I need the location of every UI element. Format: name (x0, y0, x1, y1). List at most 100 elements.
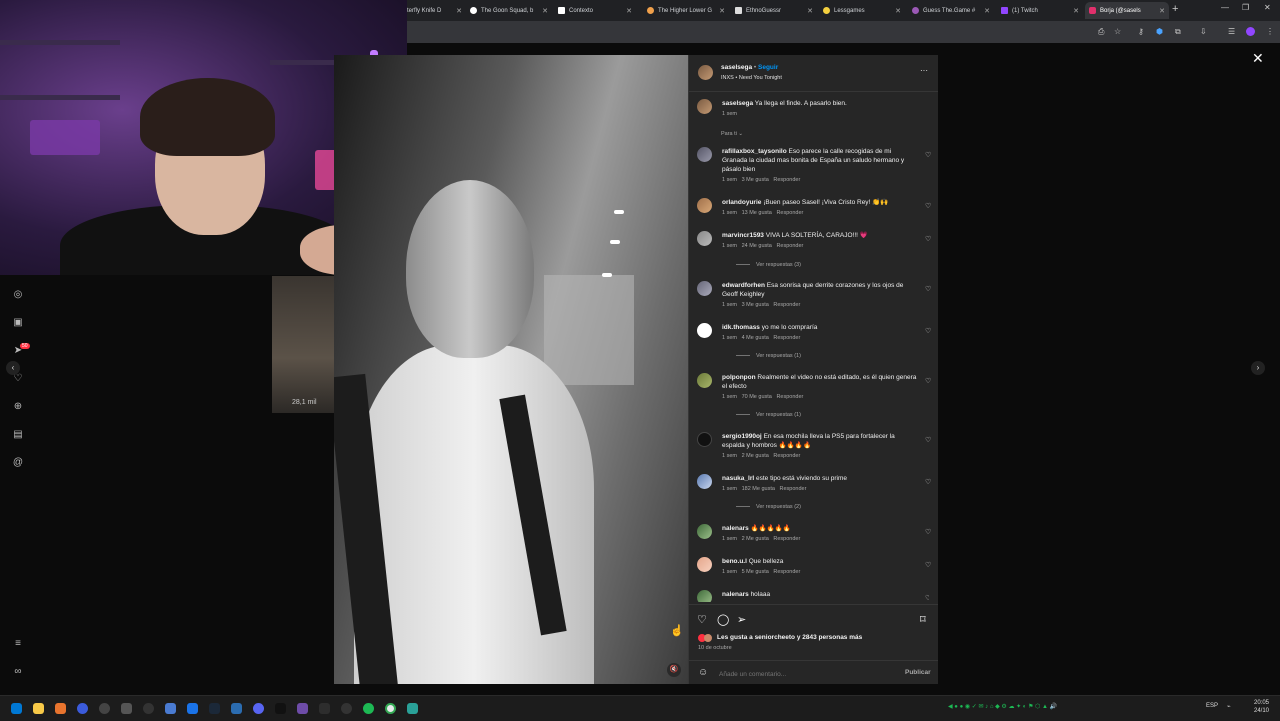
input-language[interactable]: ESP (1206, 703, 1218, 709)
tray-icons[interactable]: ◀ ● ● ◉ ✓ ✉ ♪ ⌂ ◆ ⚙ ☁ ✦ ◐ ⚑ ⬡ ▲ 🔊 (948, 703, 1057, 710)
more-options-icon[interactable]: ··· (920, 66, 928, 75)
comment-username[interactable]: beno.u.l (722, 558, 747, 565)
reply-button[interactable]: Responder (776, 394, 803, 400)
comment-username[interactable]: nalenars (722, 525, 749, 532)
chrome-menu-icon[interactable]: ⋮ (1266, 27, 1274, 36)
author-avatar[interactable] (697, 99, 712, 114)
like-comment-heart-icon[interactable]: ♡ (925, 478, 931, 486)
like-comment-heart-icon[interactable]: ♡ (925, 202, 931, 210)
comment-username[interactable]: sergio1990oj (722, 433, 762, 440)
extension-key-icon[interactable]: ⚷ (1138, 27, 1144, 36)
like-comment-heart-icon[interactable]: ♡ (925, 235, 931, 243)
install-app-icon[interactable]: ⎙ (1098, 27, 1104, 37)
audio-track[interactable]: INXS • Need You Tonight (721, 75, 782, 81)
comment-username[interactable]: marvincr1593 (722, 232, 764, 239)
previous-post-arrow-icon[interactable]: ‹ (6, 361, 20, 375)
browser-tab[interactable]: (1) Twitch ✕ (997, 2, 1083, 19)
comment-username[interactable]: nasuka_lrl (722, 475, 754, 482)
app-icon[interactable] (187, 703, 198, 714)
app-icon[interactable] (77, 703, 88, 714)
meta-icon[interactable]: ∞ (12, 666, 24, 678)
notepad-icon[interactable] (407, 703, 418, 714)
save-bookmark-icon[interactable]: ⌑ (920, 613, 926, 626)
commenter-avatar[interactable] (697, 557, 712, 572)
commenter-avatar[interactable] (697, 231, 712, 246)
commenter-avatar[interactable] (697, 198, 712, 213)
comment-filter-dropdown[interactable]: Para ti ⌄ (721, 131, 743, 137)
liker-avatars[interactable] (698, 634, 714, 642)
like-comment-heart-icon[interactable]: ♡ (925, 151, 931, 159)
view-replies-button[interactable]: Ver respuestas (3) (736, 262, 801, 268)
comment-likes[interactable]: 4 Me gusta (742, 335, 769, 341)
likes-summary[interactable]: Les gusta a seniorcheeto y 2843 personas… (717, 634, 862, 641)
caption-username[interactable]: saselsega (722, 100, 753, 107)
file-explorer-icon[interactable] (33, 703, 44, 714)
like-comment-heart-icon[interactable]: ♡ (925, 377, 931, 385)
close-tab-icon[interactable]: ✕ (1073, 7, 1079, 15)
like-comment-heart-icon[interactable]: ♡ (925, 285, 931, 293)
reply-button[interactable]: Responder (773, 302, 800, 308)
close-tab-icon[interactable]: ✕ (984, 7, 990, 15)
like-comment-heart-icon[interactable]: ♡ (925, 436, 931, 444)
comment-username[interactable]: idk.thomass (722, 324, 760, 331)
minimize-icon[interactable]: — (1221, 3, 1229, 12)
commenter-avatar[interactable] (697, 281, 712, 296)
mute-audio-icon[interactable]: 🔇 (667, 663, 681, 677)
app-icon[interactable] (297, 703, 308, 714)
extensions-puzzle-icon[interactable]: ⧉ (1175, 27, 1181, 37)
comment-username[interactable]: edwardforhen (722, 282, 765, 289)
reply-button[interactable]: Responder (776, 210, 803, 216)
app-icon[interactable] (143, 703, 154, 714)
reel-video[interactable] (334, 55, 688, 684)
view-replies-button[interactable]: Ver respuestas (2) (736, 504, 801, 510)
comment-username[interactable]: nalenars (722, 591, 749, 598)
tiktok-icon[interactable] (275, 703, 286, 714)
comment-likes[interactable]: 2 Me gusta (742, 453, 769, 459)
like-heart-icon[interactable]: ♡ (697, 613, 707, 626)
background-post-thumbnail[interactable] (272, 276, 334, 413)
chrome-icon[interactable] (385, 703, 396, 714)
publish-button[interactable]: Publicar (905, 669, 931, 676)
clock-time[interactable]: 20:05 (1254, 700, 1269, 706)
comment-likes[interactable]: 24 Me gusta (742, 243, 772, 249)
view-replies-button[interactable]: Ver respuestas (1) (736, 412, 801, 418)
tab-search-icon[interactable]: ⇩ (1200, 27, 1207, 36)
app-icon[interactable] (319, 703, 330, 714)
close-tab-icon[interactable]: ✕ (456, 7, 462, 15)
comment-username[interactable]: rafillaxbox_taysonilo (722, 148, 787, 155)
author-avatar[interactable] (698, 65, 713, 80)
comment-likes[interactable]: 3 Me gusta (742, 302, 769, 308)
share-send-icon[interactable]: ➢ (737, 613, 746, 626)
browser-tab[interactable]: EthnoGuessr ✕ (731, 2, 817, 19)
comment-username[interactable]: orlandoyurie (722, 199, 761, 206)
spotify-icon[interactable] (363, 703, 374, 714)
reply-button[interactable]: Responder (773, 536, 800, 542)
sidepanel-icon[interactable]: ☰ (1228, 27, 1235, 36)
discord-icon[interactable] (253, 703, 264, 714)
explore-compass-icon[interactable]: ◎ (12, 289, 24, 301)
reels-icon[interactable]: ▣ (12, 317, 24, 329)
reply-button[interactable]: Responder (780, 486, 807, 492)
close-tab-icon[interactable]: ✕ (807, 7, 813, 15)
commenter-avatar[interactable] (697, 474, 712, 489)
comment-likes[interactable]: 182 Me gusta (742, 486, 775, 492)
next-post-arrow-icon[interactable]: › (1251, 361, 1265, 375)
more-menu-icon[interactable]: ≡ (12, 638, 24, 650)
new-tab-plus-icon[interactable]: + (1172, 3, 1178, 15)
app-icon[interactable] (165, 703, 176, 714)
follow-button[interactable]: Seguir (758, 64, 778, 71)
dashboard-icon[interactable]: ▤ (12, 429, 24, 441)
start-windows-icon[interactable] (11, 703, 22, 714)
app-icon[interactable] (99, 703, 110, 714)
extension-shield-icon[interactable]: ⬢ (1156, 27, 1163, 36)
bookmark-star-icon[interactable]: ☆ (1114, 27, 1121, 36)
comment-likes[interactable]: 2 Me gusta (742, 536, 769, 542)
create-plus-icon[interactable]: ⊕ (12, 401, 24, 413)
view-replies-button[interactable]: Ver respuestas (1) (736, 353, 801, 359)
close-tab-icon[interactable]: ✕ (542, 7, 548, 15)
threads-icon[interactable]: @ (12, 457, 24, 469)
commenter-avatar[interactable] (697, 590, 712, 602)
search-app-icon[interactable] (55, 703, 66, 714)
tray-network-icon[interactable]: ⌁ (1227, 703, 1231, 710)
close-modal-icon[interactable]: ✕ (1252, 50, 1264, 67)
